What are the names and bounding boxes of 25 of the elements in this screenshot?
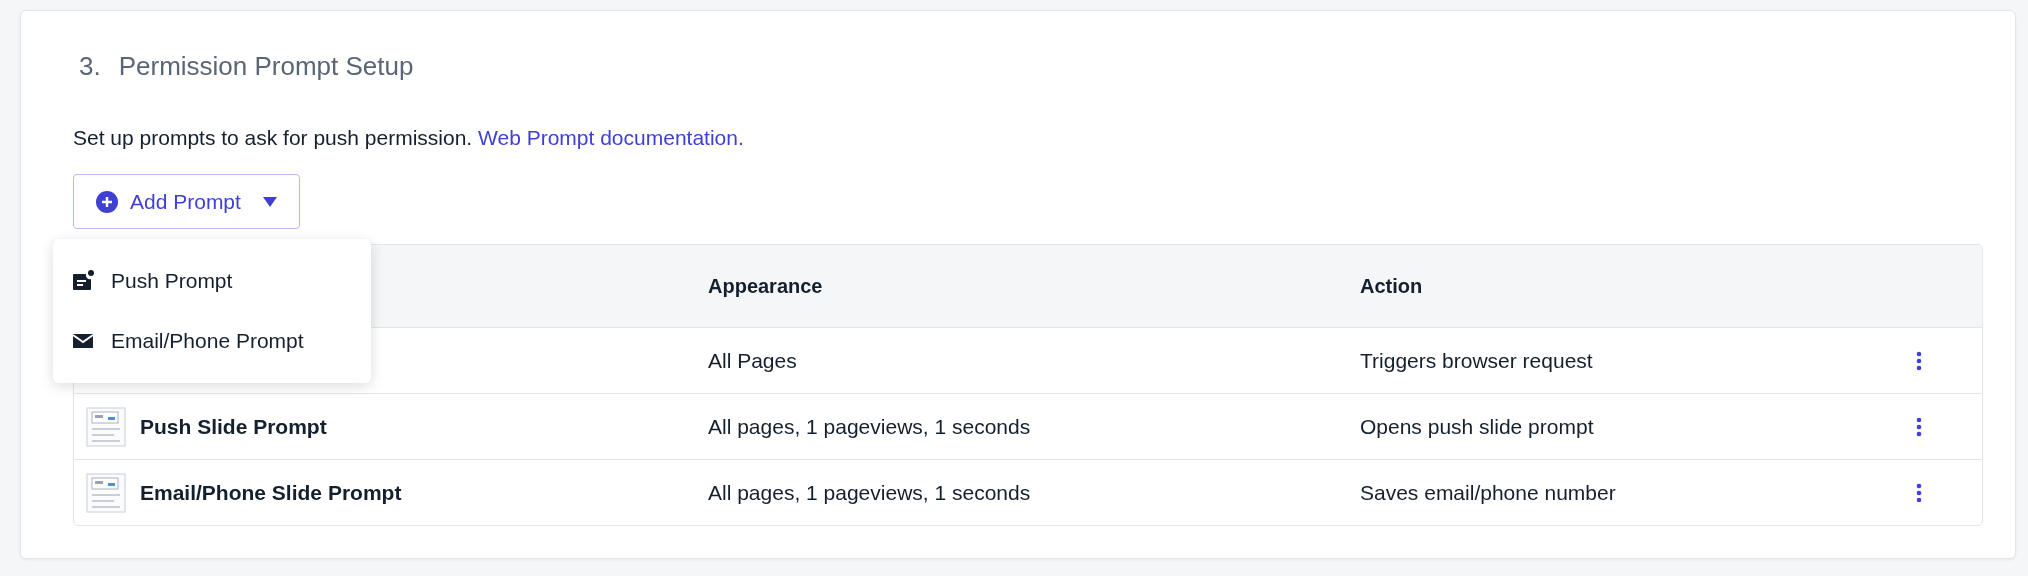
table-cell: Triggers browser request [1360,348,1593,373]
column-header: Appearance [708,274,823,298]
menu-item[interactable]: Push Prompt [53,251,371,311]
slide-prompt-thumbnail-icon [86,406,126,447]
column-header: Action [1360,274,1423,298]
kebab-icon [1916,482,1922,503]
section-title: Permission Prompt Setup [118,51,414,82]
section-description: Set up prompts to ask for push permission. Web Prompt documentation. [73,126,745,150]
kebab-icon [1916,416,1922,437]
caret-icon [262,196,277,207]
prompt-name: Push Slide Prompt [140,414,327,439]
notification-icon [71,269,95,293]
section-number: 3. [79,51,101,82]
table-cell: Opens push slide prompt [1360,414,1594,439]
plus-circle-icon [96,190,118,213]
table-cell: All pages, 1 pageviews, 1 seconds [708,414,1031,439]
slide-prompt-thumbnail-icon [86,472,126,513]
table-cell: All Pages [708,348,797,373]
table-cell: All pages, 1 pageviews, 1 seconds [708,480,1031,505]
prompt-name: Email/Phone Slide Prompt [140,480,402,505]
documentation-link[interactable]: Web Prompt documentation. [478,126,744,149]
table-cell: Saves email/phone number [1360,480,1616,505]
add-prompt-button[interactable]: Add Prompt [73,174,300,229]
menu-item[interactable]: Email/Phone Prompt [53,311,371,371]
kebab-icon [1916,350,1922,371]
